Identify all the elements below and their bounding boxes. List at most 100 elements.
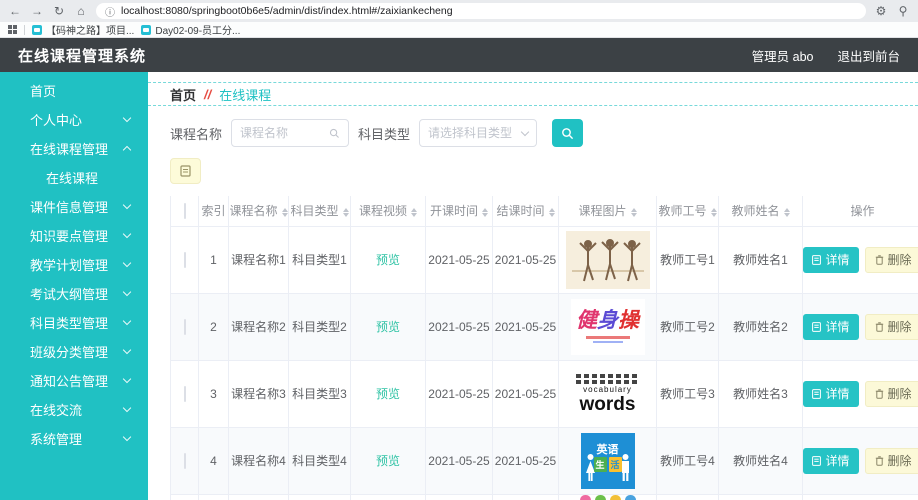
sort-carets-icon[interactable]: [482, 207, 488, 217]
extensions-icon[interactable]: ⚙: [874, 5, 888, 17]
search-form: 课程名称 科目类型: [170, 119, 918, 147]
subject-type-input[interactable]: [428, 126, 518, 140]
profile-icon[interactable]: ⚲: [896, 5, 910, 17]
bookmark-label: Day02-09-员工分...: [155, 26, 241, 37]
trash-icon: [875, 388, 883, 399]
detail-button[interactable]: 详情: [803, 380, 859, 407]
row-checkbox[interactable]: [183, 318, 186, 335]
table-row: 3 课程名称3 科目类型3 预览 2021-05-25 2021-05-25 v…: [170, 359, 918, 428]
refresh-icon[interactable]: ↻: [52, 5, 66, 17]
cell-teacher-name: 教师姓名2: [718, 292, 803, 361]
course-image-colorful-letters: [577, 494, 639, 500]
chevron-down-icon: [520, 127, 530, 136]
breadcrumb-home[interactable]: 首页: [170, 85, 196, 104]
video-preview-link[interactable]: 预览: [376, 454, 400, 468]
cell-start-time: 2021-05-25: [425, 292, 493, 361]
sidebar-item-exam-outline-mgmt[interactable]: 考试大纲管理: [0, 279, 148, 308]
cell-subject-type: 科目类型3: [288, 359, 351, 428]
bookmark-item[interactable]: 【码神之路】项目...: [32, 22, 134, 37]
sidebar-item-announcement-mgmt[interactable]: 通知公告管理: [0, 366, 148, 395]
cell-subject-type: 科目类型1: [288, 225, 351, 294]
detail-button[interactable]: 详情: [803, 246, 859, 273]
sidebar-item-knowledge-points-mgmt[interactable]: 知识要点管理: [0, 221, 148, 250]
cell-course-name: 课程名称4: [228, 426, 289, 495]
cell-subject-type: 科目类型4: [288, 426, 351, 495]
apps-grid-icon[interactable]: [8, 25, 17, 34]
sidebar: 首页 个人中心 在线课程管理 在线课程 课件信息管理 知识要点管理 教学计划管理…: [0, 72, 148, 500]
sort-carets-icon[interactable]: [710, 207, 717, 217]
col-course-image[interactable]: 课程图片: [558, 196, 657, 227]
row-checkbox[interactable]: [183, 452, 186, 469]
delete-button[interactable]: 删除: [864, 313, 918, 340]
cell-teacher-id: 教师工号4: [656, 426, 719, 495]
sidebar-item-home[interactable]: 首页: [0, 76, 148, 105]
subject-type-select[interactable]: [419, 119, 538, 147]
logout-button[interactable]: 退出到前台: [837, 46, 900, 65]
add-button[interactable]: [170, 158, 201, 184]
col-teacher-id[interactable]: 教师工号: [656, 196, 719, 227]
site-info-icon[interactable]: ⓘ: [105, 4, 115, 19]
delete-button[interactable]: 删除: [864, 447, 918, 474]
sidebar-subitem-online-course[interactable]: 在线课程: [0, 163, 148, 192]
sort-carets-icon[interactable]: [281, 207, 288, 217]
home-icon[interactable]: ⌂: [74, 5, 88, 17]
cell-teacher-id: 教师工号3: [656, 359, 719, 428]
screen: ← → ↻ ⌂ ⓘ localhost:8080/springboot0b6e5…: [0, 0, 918, 500]
row-checkbox[interactable]: [183, 251, 186, 268]
col-subject-type[interactable]: 科目类型: [288, 196, 351, 227]
select-all-checkbox[interactable]: [183, 202, 186, 219]
sidebar-item-class-category-mgmt[interactable]: 班级分类管理: [0, 337, 148, 366]
sort-carets-icon[interactable]: [342, 207, 349, 217]
sidebar-item-label: 教学计划管理: [30, 258, 109, 273]
row-checkbox[interactable]: [183, 385, 186, 402]
col-actions: 操作: [802, 196, 918, 227]
breadcrumb-current: 在线课程: [219, 87, 272, 103]
current-user[interactable]: 管理员 abo: [752, 46, 814, 65]
trash-icon: [875, 321, 883, 332]
bookmark-item[interactable]: Day02-09-员工分...: [141, 22, 240, 37]
chevron-down-icon: [122, 432, 132, 442]
chevron-down-icon: [122, 374, 132, 384]
sidebar-item-online-course-mgmt[interactable]: 在线课程管理: [0, 134, 148, 163]
col-start-time[interactable]: 开课时间: [425, 196, 493, 227]
col-end-time[interactable]: 结课时间: [492, 196, 559, 227]
document-icon: [812, 254, 822, 265]
course-table: 索引 课程名称 科目类型 课程视频 开课时间 结课时间 课程图片 教师工号 教师…: [170, 196, 918, 500]
col-index: 索引: [198, 196, 229, 227]
table-row: 2 课程名称2 科目类型2 预览 2021-05-25 2021-05-25 健…: [170, 292, 918, 361]
sort-carets-icon[interactable]: [783, 207, 790, 217]
detail-button[interactable]: 详情: [803, 313, 859, 340]
detail-button[interactable]: 详情: [803, 447, 859, 474]
course-name-input[interactable]: [240, 126, 325, 140]
delete-button[interactable]: 删除: [864, 380, 918, 407]
address-bar[interactable]: ⓘ localhost:8080/springboot0b6e5/admin/d…: [96, 3, 866, 19]
video-preview-link[interactable]: 预览: [376, 320, 400, 334]
sidebar-item-subject-type-mgmt[interactable]: 科目类型管理: [0, 308, 148, 337]
col-course-name[interactable]: 课程名称: [228, 196, 289, 227]
delete-button[interactable]: 删除: [864, 246, 918, 273]
sort-carets-icon[interactable]: [548, 207, 555, 217]
bookmarks-separator: [24, 24, 25, 35]
sidebar-item-online-chat[interactable]: 在线交流: [0, 395, 148, 424]
col-course-video[interactable]: 课程视频: [350, 196, 426, 227]
cell-teacher-id: 教师工号1: [656, 225, 719, 294]
header-right: 管理员 abo 退出到前台: [752, 46, 900, 65]
chevron-down-icon: [122, 403, 132, 413]
cell-index: 4: [198, 426, 229, 495]
sort-carets-icon[interactable]: [630, 207, 637, 217]
sidebar-item-teaching-plan-mgmt[interactable]: 教学计划管理: [0, 250, 148, 279]
video-preview-link[interactable]: 预览: [376, 387, 400, 401]
sidebar-item-label: 知识要点管理: [30, 229, 109, 244]
table-header-row: 索引 课程名称 科目类型 课程视频 开课时间 结课时间 课程图片 教师工号 教师…: [170, 196, 918, 227]
course-image-fitness-calligraphy: 健身操: [570, 298, 645, 355]
search-button[interactable]: [552, 119, 584, 147]
sort-carets-icon[interactable]: [411, 207, 417, 217]
video-preview-link[interactable]: 预览: [376, 253, 400, 267]
select-all-cell: [170, 196, 199, 227]
sidebar-item-system-mgmt[interactable]: 系统管理: [0, 424, 148, 453]
sidebar-item-courseware-mgmt[interactable]: 课件信息管理: [0, 192, 148, 221]
col-teacher-name[interactable]: 教师姓名: [718, 196, 803, 227]
sidebar-item-personal-center[interactable]: 个人中心: [0, 105, 148, 134]
back-icon[interactable]: ←: [8, 5, 22, 17]
forward-icon[interactable]: →: [30, 5, 44, 17]
